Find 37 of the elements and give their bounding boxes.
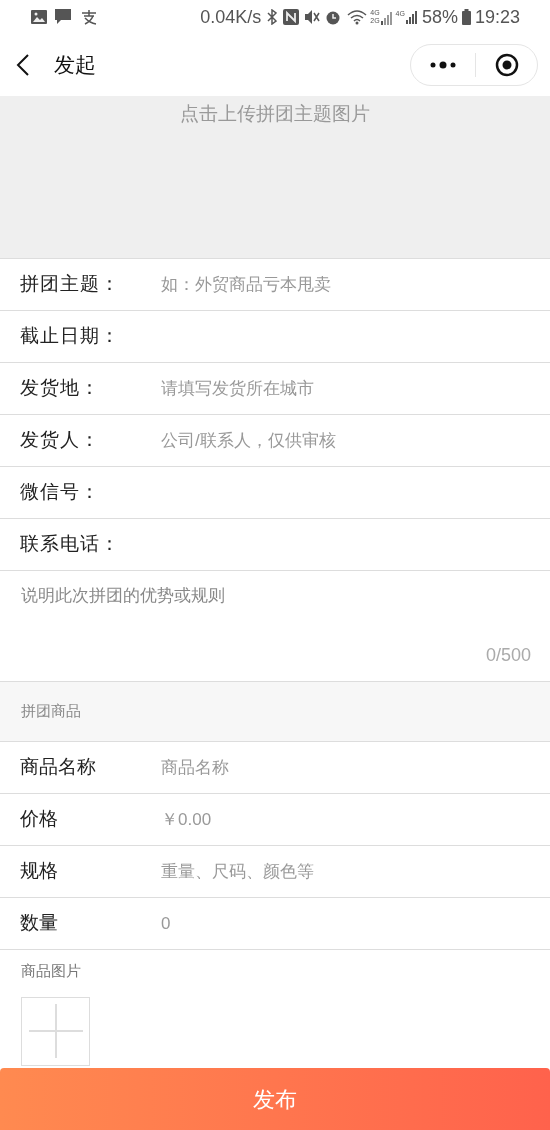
character-counter: 0/500 [485,644,531,667]
publish-button[interactable]: 发布 [0,1068,550,1130]
nfc-icon [283,9,300,25]
field-label: 商品名称 [20,755,97,780]
close-icon [494,53,519,77]
field-label: 发货地： [20,376,101,401]
input-field[interactable]: 重量、尺码、颜色等 [161,851,550,892]
app-icon [80,9,98,25]
bluetooth-icon [267,9,278,25]
section-header: 拼团商品 [21,701,81,722]
input-field[interactable]: 0 [161,903,550,944]
field-label: 发货人： [20,428,101,453]
field-label: 截止日期： [20,324,121,349]
battery-icon [461,9,471,25]
field-label: 拼团主题： [20,272,121,297]
input-field[interactable]: ￥0.00 [161,799,550,840]
image-icon [30,9,48,25]
field-label: 数量 [20,911,59,936]
field-label: 商品图片 [21,961,82,981]
input-field[interactable]: 商品名称 [161,747,550,788]
cover-upload-area[interactable]: 点击上传拼团主题图片 [0,96,550,259]
wifi-icon [347,9,368,25]
input-field[interactable]: 请填写发货所在城市 [161,368,550,409]
chat-icon [54,8,72,26]
clock: 19:23 [474,5,520,29]
mute-icon [304,9,321,25]
alarm-icon [325,9,342,25]
field-label: 微信号： [20,480,101,505]
field-label: 规格 [20,859,59,884]
network-speed: 0.04K/s [200,5,262,29]
battery-percent: 58% [421,5,458,29]
field-label: 联系电话： [20,532,121,557]
input-field[interactable]: 如：外贸商品亏本甩卖 [161,264,550,305]
more-icon [430,61,456,69]
input-field[interactable]: 公司/联系人，仅供审核 [161,420,550,461]
page-title: 发起 [54,52,96,79]
field-label: 价格 [20,807,59,832]
